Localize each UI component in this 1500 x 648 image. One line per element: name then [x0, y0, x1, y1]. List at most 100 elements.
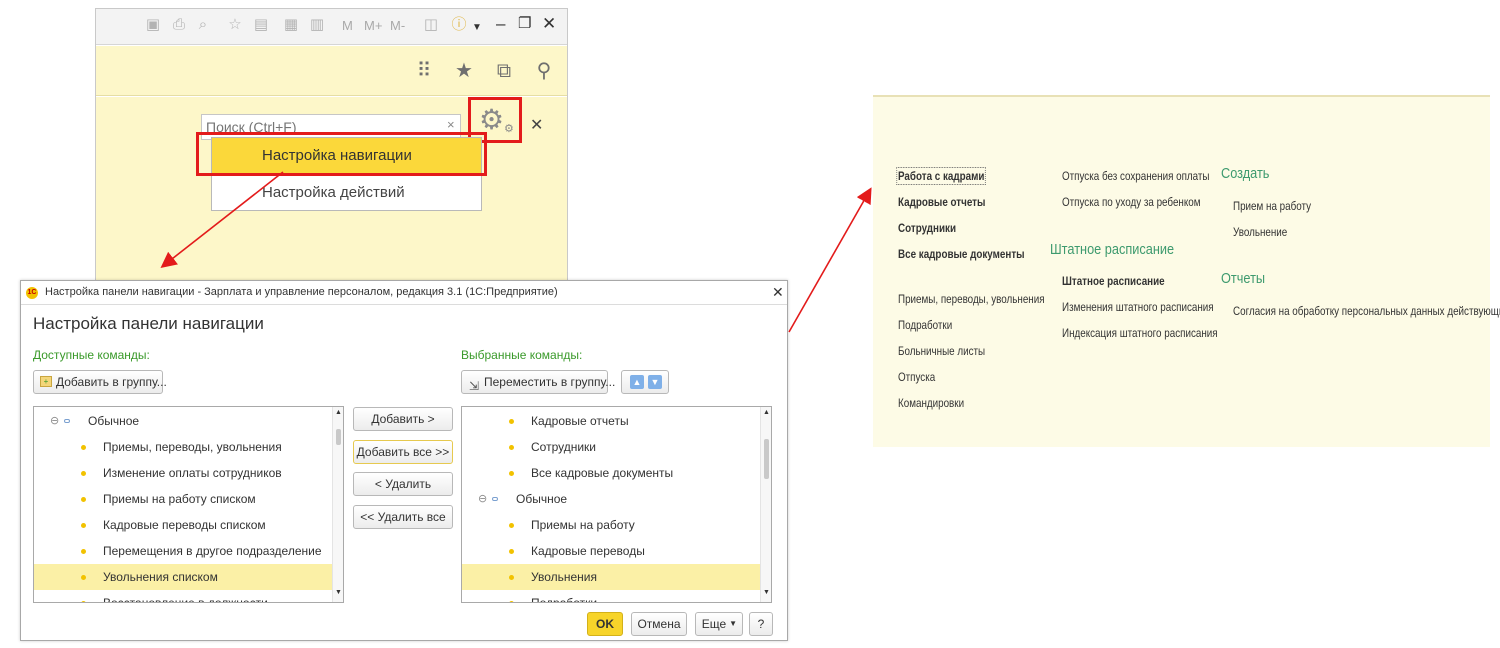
menu-item-action-settings[interactable]: Настройка действий — [212, 175, 481, 211]
nav-link-unpaid-leave[interactable]: Отпуска без сохранения оплаты — [1062, 169, 1210, 183]
cancel-button[interactable]: Отмена — [631, 612, 687, 636]
remove-all-button[interactable]: << Удалить все — [353, 505, 453, 529]
move-icon: ⇲ — [469, 379, 480, 393]
nav-link-consent-report[interactable]: Согласия на обработку персональных данны… — [1233, 304, 1500, 318]
apps-grid-icon[interactable]: ⠿ — [412, 59, 436, 83]
info-icon[interactable]: ⓘ — [450, 16, 468, 34]
nav-link-staffing[interactable]: Штатное расписание — [1062, 274, 1165, 288]
nav-link-create-dismissal[interactable]: Увольнение — [1233, 225, 1287, 239]
folder-add-icon: + — [40, 376, 52, 387]
scrollbar[interactable]: ▲ ▼ — [760, 407, 771, 602]
nav-link-staffing-indexation[interactable]: Индексация штатного расписания — [1062, 326, 1218, 340]
collapse-toggle-icon[interactable]: ⊖ — [50, 408, 59, 434]
favorite-icon[interactable]: ☆ — [226, 16, 244, 34]
memory-minus-button[interactable]: M- — [390, 17, 405, 35]
move-to-group-button[interactable]: ⇲ Переместить в группу... — [461, 370, 615, 394]
list-item[interactable]: Восстановление в должности — [34, 590, 332, 603]
more-button[interactable]: Еще ▼ — [695, 612, 743, 636]
preview-icon[interactable]: ⌕ — [194, 16, 212, 34]
save-icon[interactable]: ▣ — [144, 16, 162, 34]
group-icon — [64, 419, 70, 423]
move-down-icon[interactable]: ▼ — [648, 375, 662, 389]
add-to-group-button[interactable]: + Добавить в группу... — [33, 370, 167, 394]
list-item[interactable]: Подработки — [462, 590, 760, 602]
list-item[interactable]: Увольнения списком — [34, 564, 332, 590]
list-item[interactable]: Приемы на работу списком — [34, 486, 332, 512]
command-icon — [81, 575, 86, 580]
group-row[interactable]: ⊖ Обычное — [462, 486, 760, 512]
scroll-thumb[interactable] — [336, 429, 341, 445]
scrollbar[interactable]: ▲ ▼ — [332, 407, 343, 602]
list-item[interactable]: Кадровые переводы списком — [34, 512, 332, 538]
more-label: Еще — [701, 617, 727, 631]
search-icon[interactable]: ⚲ — [532, 59, 556, 83]
list-item[interactable]: Сотрудники — [462, 434, 760, 460]
dropdown-arrow-icon[interactable]: ▼ — [472, 18, 482, 38]
navigation-panel-settings-dialog: 1C Настройка панели навигации - Зарплата… — [20, 280, 788, 641]
nav-link-parental-leave[interactable]: Отпуска по уходу за ребенком — [1062, 195, 1201, 209]
nav-link-staffing-changes[interactable]: Изменения штатного расписания — [1062, 300, 1214, 314]
calculator-icon[interactable]: ▦ — [282, 16, 300, 34]
list-item[interactable]: Увольнения — [462, 564, 760, 590]
restore-icon[interactable]: ❐ — [518, 14, 531, 34]
list-item[interactable]: Кадровые переводы — [462, 538, 760, 564]
star-icon[interactable]: ★ — [452, 59, 476, 83]
row-label: Все кадровые документы — [531, 466, 674, 480]
nav-link-business-trips[interactable]: Командировки — [898, 396, 964, 410]
list-item[interactable]: Кадровые отчеты — [462, 408, 760, 434]
nav-link-employees[interactable]: Сотрудники — [898, 221, 956, 235]
memory-m-button[interactable]: M — [342, 17, 353, 35]
nav-link-vacations[interactable]: Отпуска — [898, 370, 935, 384]
row-label: Сотрудники — [531, 440, 596, 454]
calendar-icon[interactable]: ▥ — [308, 16, 326, 34]
list-item[interactable]: Приемы на работу — [462, 512, 760, 538]
nav-link-create-hire[interactable]: Прием на работу — [1233, 199, 1311, 213]
list-item[interactable]: Изменение оплаты сотрудников — [34, 460, 332, 486]
list-item[interactable]: Перемещения в другое подразделение — [34, 538, 332, 564]
dialog-heading: Настройка панели навигации — [33, 314, 264, 333]
command-icon — [81, 549, 86, 554]
command-icon — [509, 471, 514, 476]
collapse-toggle-icon[interactable]: ⊖ — [478, 486, 487, 512]
row-label: Кадровые переводы — [531, 544, 645, 558]
dialog-close-icon[interactable]: ✕ — [772, 284, 784, 301]
scroll-down-icon[interactable]: ▼ — [763, 589, 770, 596]
nav-link-hires-transfers[interactable]: Приемы, переводы, увольнения — [898, 292, 1045, 306]
print-icon[interactable]: ⎙ — [170, 16, 188, 34]
scroll-up-icon[interactable]: ▲ — [763, 409, 770, 416]
list-item[interactable]: Приемы, переводы, увольнения — [34, 434, 332, 460]
scroll-thumb[interactable] — [764, 439, 769, 479]
minimize-icon[interactable]: – — [496, 14, 505, 34]
close-icon[interactable]: ✕ — [542, 14, 556, 34]
app-toolbar: ⠿ ★ ⧉ ⚲ — [96, 46, 567, 96]
add-all-button[interactable]: Добавить все >> — [353, 440, 453, 464]
scroll-up-icon[interactable]: ▲ — [335, 409, 342, 416]
nav-link-hr-reports[interactable]: Кадровые отчеты — [898, 195, 985, 209]
gear-icon[interactable]: ⚙ — [479, 105, 504, 135]
command-icon — [509, 419, 514, 424]
nav-link-all-hr-documents[interactable]: Все кадровые документы — [898, 247, 1025, 261]
move-up-icon[interactable]: ▲ — [630, 375, 644, 389]
link-icon[interactable]: ▤ — [252, 16, 270, 34]
row-label: Восстановление в должности — [103, 596, 268, 603]
panel-icon[interactable]: ◫ — [422, 16, 440, 34]
list-item[interactable]: Все кадровые документы — [462, 460, 760, 486]
nav-link-sick-leave[interactable]: Больничные листы — [898, 344, 985, 358]
row-label: Приемы на работу списком — [103, 492, 256, 506]
move-to-group-label: Переместить в группу... — [484, 375, 616, 389]
memory-plus-button[interactable]: M+ — [364, 17, 382, 35]
history-icon[interactable]: ⧉ — [492, 59, 516, 83]
selected-commands-list[interactable]: Кадровые отчеты Сотрудники Все кадровые до… — [461, 406, 772, 603]
help-button[interactable]: ? — [749, 612, 773, 636]
clear-search-icon[interactable]: × — [447, 117, 455, 132]
nav-link-hr-work[interactable]: Работа с кадрами — [896, 167, 987, 185]
available-commands-list[interactable]: ⊖ Обычное Приемы, переводы, увольнения Изме… — [33, 406, 344, 603]
remove-button[interactable]: < Удалить — [353, 472, 453, 496]
ok-button[interactable]: OK — [587, 612, 623, 636]
nav-heading-create: Создать — [1221, 165, 1270, 182]
close-panel-icon[interactable]: ✕ — [530, 115, 543, 135]
group-row[interactable]: ⊖ Обычное — [34, 408, 332, 434]
add-button[interactable]: Добавить > — [353, 407, 453, 431]
nav-link-side-jobs[interactable]: Подработки — [898, 318, 952, 332]
scroll-down-icon[interactable]: ▼ — [335, 589, 342, 596]
